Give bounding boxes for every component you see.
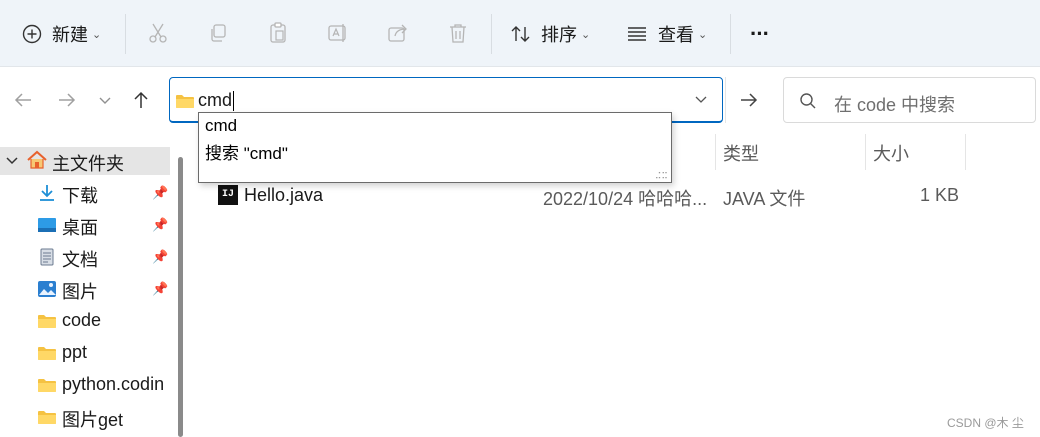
picture-icon <box>38 281 56 297</box>
view-button[interactable]: 查看 ⌄ <box>627 14 707 54</box>
share-button[interactable] <box>385 20 411 46</box>
column-header-size[interactable]: 大小 <box>873 140 909 168</box>
back-button[interactable] <box>10 86 36 114</box>
sidebar-item-desktop[interactable]: 桌面 📌 <box>0 211 172 239</box>
home-icon <box>27 150 47 169</box>
arrow-right-icon <box>740 93 757 107</box>
sidebar-item-ppt[interactable]: ppt <box>0 339 172 367</box>
rename-icon <box>328 24 346 42</box>
address-value: cmd <box>198 90 233 110</box>
file-size: 1 KB <box>920 185 960 205</box>
recent-locations-button[interactable] <box>92 86 118 114</box>
column-divider <box>865 134 866 170</box>
sidebar-item-label: 图片 <box>62 282 98 302</box>
sidebar-item-label: ppt <box>62 342 88 362</box>
sidebar-item-downloads[interactable]: 下载 📌 <box>0 179 172 207</box>
new-button[interactable]: 新建 ⌄ <box>22 14 101 54</box>
sidebar-item-label: 文档 <box>62 250 98 270</box>
column-divider <box>715 134 716 170</box>
text-caret <box>233 91 235 112</box>
toolbar-divider <box>125 14 126 54</box>
chevron-down-icon[interactable] <box>694 92 708 106</box>
intellij-file-icon: IJ <box>218 185 238 205</box>
arrow-up-icon <box>134 91 148 108</box>
folder-icon <box>38 411 56 424</box>
view-lines-icon <box>628 27 646 41</box>
pin-icon: 📌 <box>152 281 169 296</box>
search-placeholder: 在 code 中搜索 <box>834 95 956 115</box>
search-box[interactable]: 在 code 中搜索 <box>783 77 1036 123</box>
rename-button[interactable] <box>325 20 351 46</box>
chevron-down-icon: ⌄ <box>581 28 591 41</box>
toolbar-divider <box>491 14 492 54</box>
view-label: 查看 <box>658 25 694 45</box>
autocomplete-item[interactable]: cmd <box>205 116 237 136</box>
sidebar-item-label: code <box>62 310 102 330</box>
address-input[interactable]: cmd <box>198 90 235 112</box>
folder-icon <box>38 315 56 328</box>
sidebar-item-pictures[interactable]: 图片 📌 <box>0 275 172 303</box>
navigation-pane: 主文件夹 下载 📌 桌面 📌 文档 📌 图片 📌 code ppt python… <box>0 140 172 437</box>
copy-icon <box>211 24 226 42</box>
sort-label: 排序 <box>541 25 577 45</box>
pin-icon: 📌 <box>152 249 169 264</box>
arrow-right-icon <box>59 93 76 107</box>
folder-icon <box>38 379 56 392</box>
sidebar-item-label: 图片get <box>62 410 124 430</box>
scissors-icon <box>149 23 167 43</box>
forward-button[interactable] <box>54 86 80 114</box>
cut-button[interactable] <box>145 20 171 46</box>
paste-button[interactable] <box>265 20 291 46</box>
search-icon <box>800 93 816 109</box>
clipboard-icon <box>270 22 286 43</box>
sort-button[interactable]: 排序 ⌄ <box>510 14 590 54</box>
file-modified: 2022/10/24 哈哈哈... <box>543 189 708 209</box>
arrow-left-icon <box>14 93 31 107</box>
column-header-type[interactable]: 类型 <box>723 140 759 168</box>
column-divider <box>965 134 966 170</box>
share-icon <box>388 24 407 42</box>
file-name: Hello.java <box>244 185 324 205</box>
download-icon <box>40 185 54 201</box>
sidebar-item-label: python.codin <box>62 374 165 394</box>
sidebar-item-label: 主文件夹 <box>52 154 124 174</box>
sidebar-item-code[interactable]: code <box>0 307 172 335</box>
go-button[interactable] <box>725 77 771 123</box>
sidebar-item-label: 桌面 <box>62 218 98 238</box>
plus-circle-icon <box>22 24 42 44</box>
watermark: CSDN @木 尘 <box>947 416 1024 430</box>
file-row[interactable]: IJ Hello.java 2022/10/24 哈哈哈... JAVA 文件 … <box>210 181 970 211</box>
sidebar-scrollbar[interactable] <box>178 157 183 437</box>
sidebar-item-documents[interactable]: 文档 📌 <box>0 243 172 271</box>
command-bar: 新建 ⌄ 排序 ⌄ 查看 ⌄ ··· <box>0 0 1040 67</box>
folder-icon <box>176 95 194 108</box>
file-type: JAVA 文件 <box>723 189 806 209</box>
pin-icon: 📌 <box>152 185 169 200</box>
sidebar-item-python-coding[interactable]: python.codin <box>0 371 172 399</box>
pin-icon: 📌 <box>152 217 169 232</box>
autocomplete-item[interactable]: 搜索 "cmd" <box>205 139 288 164</box>
more-options-button[interactable]: ··· <box>750 14 770 54</box>
sort-arrows-icon <box>511 26 530 42</box>
resize-grip-icon[interactable]: ⠠⠤ ⠤⠤ <box>655 167 668 181</box>
toolbar-divider <box>730 14 731 54</box>
chevron-down-icon[interactable] <box>6 156 18 166</box>
delete-button[interactable] <box>445 20 471 46</box>
chevron-down-icon <box>99 97 111 104</box>
sidebar-item-label: 下载 <box>62 186 98 206</box>
document-icon <box>40 248 54 266</box>
sidebar-item-picture-get[interactable]: 图片get <box>0 403 172 431</box>
trash-icon <box>450 24 466 43</box>
copy-button[interactable] <box>205 20 231 46</box>
chevron-down-icon: ⌄ <box>92 28 102 41</box>
up-button[interactable] <box>128 86 154 114</box>
address-autocomplete-popup: cmd 搜索 "cmd" ⠠⠤ ⠤⠤ <box>198 112 672 183</box>
desktop-icon <box>38 218 56 232</box>
folder-icon <box>38 347 56 360</box>
new-label: 新建 <box>52 25 88 45</box>
chevron-down-icon: ⌄ <box>698 28 708 41</box>
sidebar-item-home[interactable]: 主文件夹 <box>0 147 172 175</box>
